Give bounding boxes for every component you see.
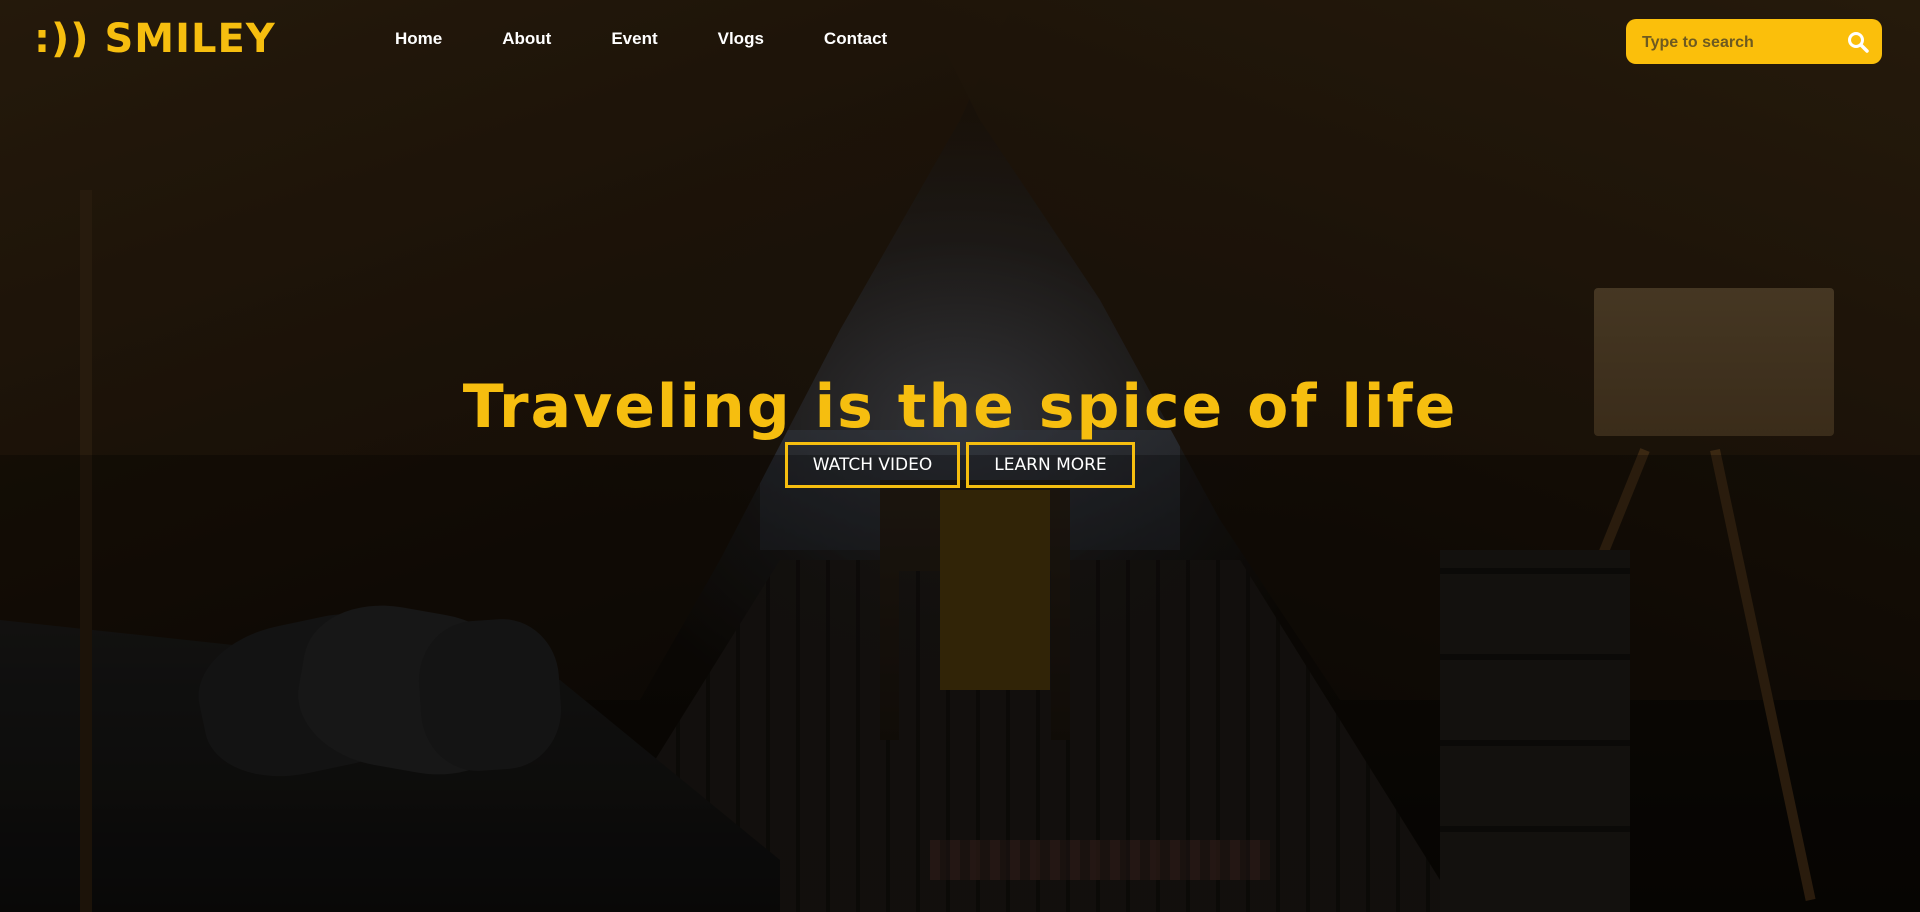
hero-headline: Traveling is the spice of life bbox=[462, 372, 1458, 443]
search-box bbox=[1626, 19, 1882, 66]
nav-link-contact[interactable]: Contact bbox=[824, 29, 887, 49]
main-nav: Home About Event Vlogs Contact bbox=[395, 29, 947, 49]
learn-more-button[interactable]: LEARN MORE bbox=[966, 442, 1135, 488]
nav-link-home[interactable]: Home bbox=[395, 29, 442, 49]
site-logo[interactable]: :)) SMILEY bbox=[34, 16, 276, 62]
nav-link-event[interactable]: Event bbox=[611, 29, 657, 49]
search-icon[interactable] bbox=[1846, 30, 1870, 54]
hero-section: :)) SMILEY Home About Event Vlogs Contac… bbox=[0, 0, 1920, 912]
nav-link-vlogs[interactable]: Vlogs bbox=[718, 29, 764, 49]
background-lower-band bbox=[0, 455, 1920, 912]
nav-link-about[interactable]: About bbox=[502, 29, 551, 49]
watch-video-button[interactable]: WATCH VIDEO bbox=[785, 442, 960, 488]
search-input[interactable] bbox=[1640, 19, 1844, 66]
site-header: :)) SMILEY Home About Event Vlogs Contac… bbox=[0, 0, 1920, 84]
